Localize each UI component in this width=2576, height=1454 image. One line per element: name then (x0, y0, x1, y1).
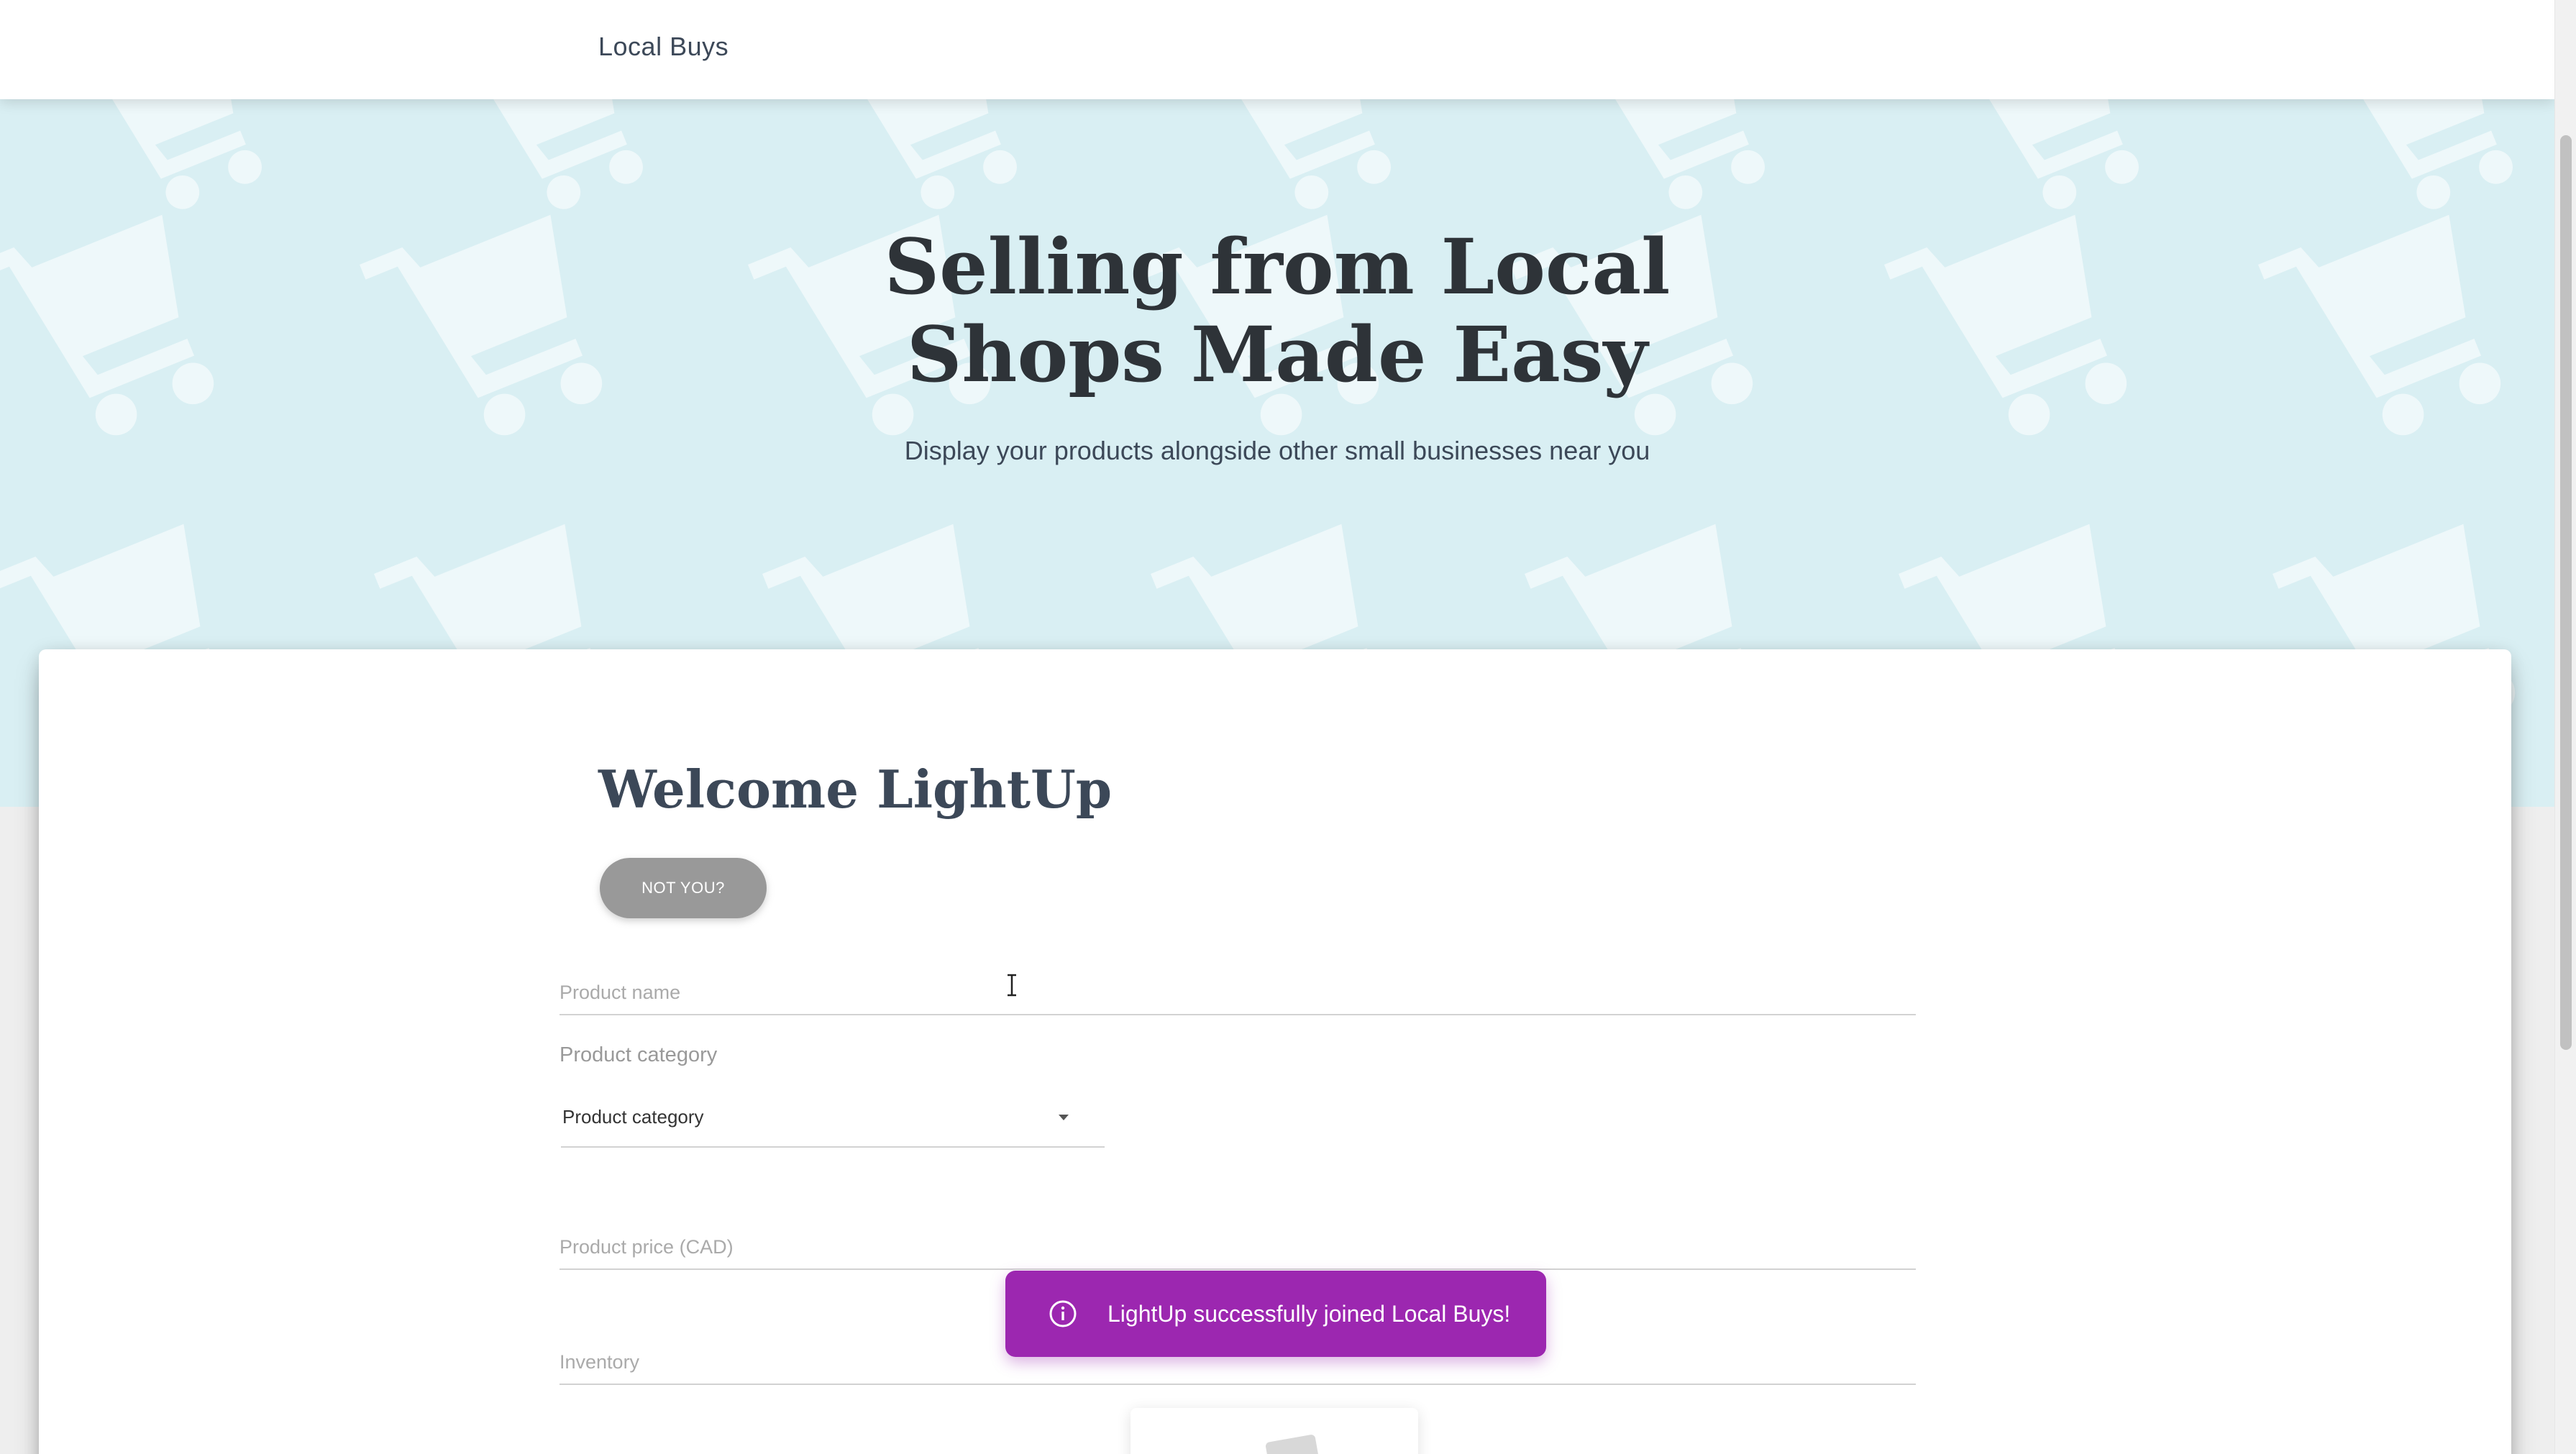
product-category-selected: Product category (562, 1106, 704, 1128)
hero-subtitle: Display your products alongside other sm… (904, 436, 1650, 465)
info-icon (1049, 1300, 1077, 1327)
product-price-input[interactable] (559, 1220, 1916, 1268)
hero-title-line-2: Shops Made Easy (906, 309, 1648, 399)
text-cursor-icon (1008, 974, 1016, 997)
scrollbar-thumb[interactable] (2560, 135, 2572, 1050)
image-placeholder-icon (1265, 1434, 1320, 1454)
product-image-preview[interactable] (1131, 1408, 1418, 1454)
not-you-button[interactable]: NOT YOU? (600, 858, 767, 918)
product-category-label: Product category (559, 1043, 718, 1066)
product-price-field[interactable]: Product price (CAD) (559, 1220, 1916, 1270)
product-name-input[interactable] (559, 965, 1916, 1014)
top-navbar: Local Buys (0, 0, 2554, 99)
product-category-select[interactable]: Product category (561, 1094, 1105, 1148)
hero-title: Selling from Local Shops Made Easy (0, 223, 2554, 398)
toast-message: LightUp successfully joined Local Buys! (1107, 1301, 1511, 1327)
success-toast: LightUp successfully joined Local Buys! (1005, 1271, 1546, 1357)
brand-link[interactable]: Local Buys (598, 32, 729, 62)
vertical-scrollbar[interactable] (2554, 0, 2576, 1454)
product-name-field[interactable]: Product name (559, 965, 1916, 1015)
welcome-heading: Welcome LightUp (598, 759, 1113, 820)
page: Local Buys Selling from Local Shops Made… (0, 0, 2576, 1454)
hero-title-line-1: Selling from Local (884, 221, 1671, 311)
chevron-down-icon (1059, 1115, 1069, 1120)
